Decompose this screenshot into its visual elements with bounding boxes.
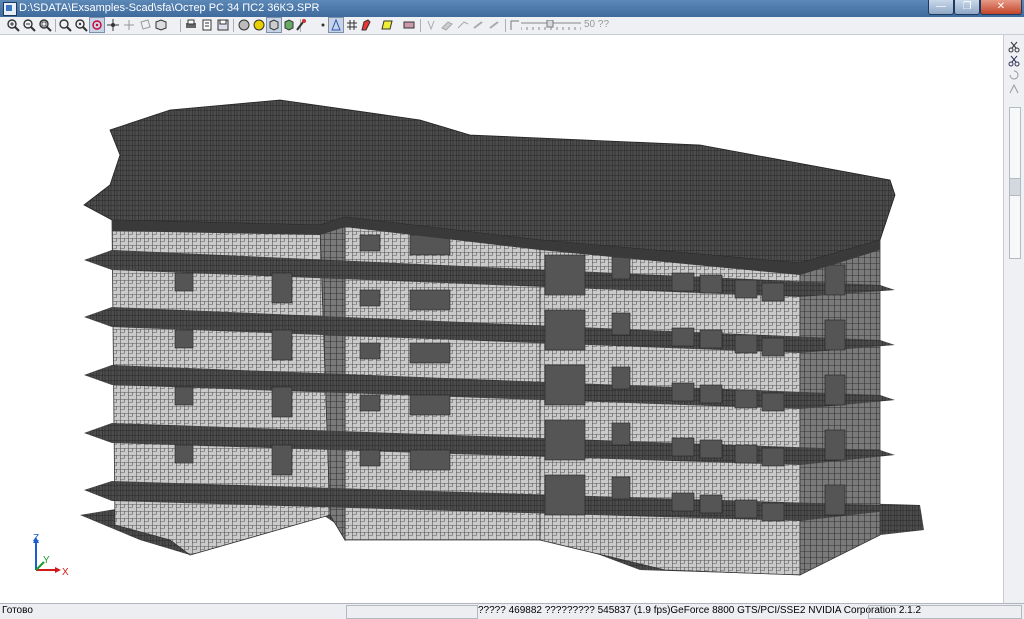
toolbar-separator bbox=[420, 19, 421, 32]
zoom-slider-icon[interactable] bbox=[508, 18, 522, 32]
model-viewport[interactable] bbox=[0, 35, 1003, 603]
window-controls: — ❐ ✕ bbox=[928, 0, 1022, 15]
axis-y-label: Y bbox=[43, 555, 50, 566]
scissors-icon[interactable] bbox=[1008, 41, 1020, 53]
vertical-scrollbar[interactable] bbox=[1009, 107, 1021, 259]
erase-icon[interactable] bbox=[440, 18, 454, 32]
color-fill-icon[interactable] bbox=[252, 18, 266, 32]
title-bar: D:\SDATA\Exsamples-Scad\sfa\Остер РС 34 … bbox=[0, 0, 1024, 17]
zoom-in-icon[interactable] bbox=[6, 18, 20, 32]
print-preview-icon[interactable] bbox=[200, 18, 214, 32]
filter-icon[interactable] bbox=[424, 18, 438, 32]
status-text: Готово bbox=[2, 605, 33, 616]
main-toolbar: 50 ?? bbox=[0, 17, 1024, 35]
toolbar-separator bbox=[505, 19, 506, 32]
view-3d-icon[interactable] bbox=[154, 18, 168, 32]
window-title: D:\SDATA\Exsamples-Scad\sfa\Остер РС 34 … bbox=[19, 2, 320, 14]
zoom-fit-icon[interactable] bbox=[74, 18, 88, 32]
zoom-window-icon[interactable] bbox=[38, 18, 52, 32]
axis-x-label: X bbox=[62, 567, 69, 578]
building-mesh-model[interactable] bbox=[0, 35, 1003, 603]
shading-icon[interactable] bbox=[237, 18, 251, 32]
grid-icon[interactable] bbox=[345, 18, 359, 32]
axis-z-label: Z bbox=[33, 533, 39, 544]
scissors-alt-icon[interactable] bbox=[1008, 55, 1020, 67]
rotate-icon[interactable] bbox=[106, 18, 120, 32]
select-icon[interactable] bbox=[138, 18, 152, 32]
layers-icon[interactable] bbox=[402, 18, 416, 32]
right-toolbar bbox=[1003, 35, 1024, 603]
toolbar-separator bbox=[233, 19, 234, 32]
pan-icon[interactable] bbox=[89, 17, 105, 33]
fit-all-icon[interactable] bbox=[122, 18, 136, 32]
status-panel-end bbox=[868, 605, 1022, 619]
pointer-icon[interactable] bbox=[316, 18, 330, 32]
magic-icon[interactable] bbox=[294, 18, 308, 32]
status-bar: Готово ????? 469882 ????????? 545837 (1.… bbox=[0, 603, 1024, 619]
axis-indicator: Z Y X bbox=[33, 533, 69, 578]
toolbar-separator bbox=[180, 19, 181, 32]
paint-icon[interactable] bbox=[380, 18, 394, 32]
measure-icon[interactable] bbox=[456, 18, 470, 32]
close-button[interactable]: ✕ bbox=[980, 0, 1022, 15]
filter-icon[interactable] bbox=[1008, 83, 1020, 95]
pencil-icon[interactable] bbox=[359, 18, 373, 32]
print-icon[interactable] bbox=[184, 18, 198, 32]
app-icon[interactable] bbox=[3, 2, 17, 16]
restore-icon[interactable] bbox=[488, 18, 502, 32]
zoom-out-icon[interactable] bbox=[22, 18, 36, 32]
maximize-button[interactable]: ❐ bbox=[954, 0, 980, 15]
scroll-thumb[interactable] bbox=[1010, 178, 1020, 196]
status-panel bbox=[346, 605, 478, 619]
zoom-slider[interactable] bbox=[521, 20, 581, 31]
zoom-value: 50 ?? bbox=[584, 19, 610, 30]
zoom-prev-icon[interactable] bbox=[58, 18, 72, 32]
axes-icon[interactable] bbox=[328, 17, 344, 33]
select-icon[interactable] bbox=[472, 18, 486, 32]
minimize-button[interactable]: — bbox=[928, 0, 954, 15]
save-image-icon[interactable] bbox=[216, 18, 230, 32]
restore-icon[interactable] bbox=[1008, 69, 1020, 81]
status-info: ????? 469882 ????????? 545837 (1.9 fps)G… bbox=[478, 605, 922, 616]
toolbar-separator bbox=[55, 19, 56, 32]
cube-icon[interactable] bbox=[266, 17, 282, 33]
